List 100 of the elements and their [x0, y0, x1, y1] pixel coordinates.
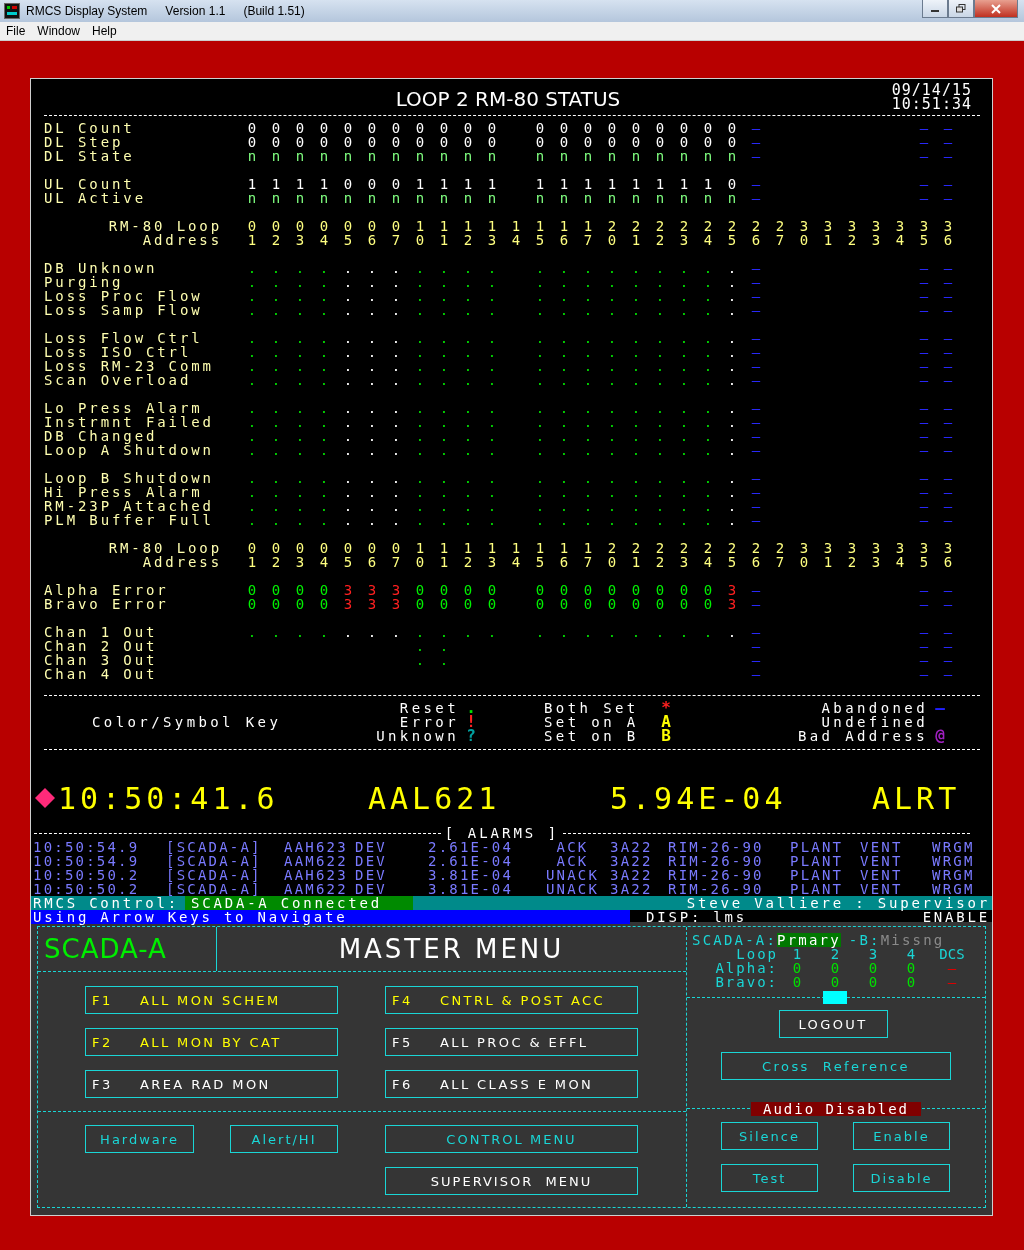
grid-cell-text: . — [606, 485, 618, 499]
address-digit: 4 — [510, 233, 522, 247]
audio-button[interactable]: Silence — [721, 1122, 818, 1150]
row-label: Loop A Shutdown — [44, 443, 215, 457]
address-digit: 0 — [414, 555, 426, 569]
menu-item[interactable]: File — [0, 24, 32, 38]
grid-cell-text: – — [918, 667, 930, 681]
grid-cell-text: – — [942, 583, 954, 597]
address-digit: 6 — [558, 555, 570, 569]
grid-cell-text: – — [942, 177, 954, 191]
grid-cell-text: n — [414, 191, 426, 205]
loop-digit: 1 — [558, 541, 570, 555]
grid-cell-text: . — [726, 499, 738, 513]
function-button[interactable]: F6 ALL CLASS E MON — [385, 1070, 638, 1098]
grid-cell-text: n — [606, 149, 618, 163]
grid-cell-text: n — [390, 149, 402, 163]
grid-cell-text: . — [342, 415, 354, 429]
grid-cell-text: . — [582, 345, 594, 359]
audio-button[interactable]: Enable — [853, 1122, 950, 1150]
loop-digit: 0 — [366, 219, 378, 233]
loop-number: 3 — [867, 947, 879, 961]
menu-button[interactable]: CONTROL MENU — [385, 1125, 638, 1153]
function-button[interactable]: F2 ALL MON BY CAT — [85, 1028, 338, 1056]
grid-cell-text: – — [942, 513, 954, 527]
row-label: Bravo Error — [44, 597, 170, 611]
audio-button[interactable]: Test — [721, 1164, 818, 1192]
grid-cell-text: . — [630, 485, 642, 499]
minimize-button[interactable] — [922, 0, 948, 18]
grid-cell-text: . — [486, 275, 498, 289]
function-button[interactable]: F3 AREA RAD MON — [85, 1070, 338, 1098]
grid-cell-text: 1 — [246, 177, 258, 191]
alarm-row[interactable]: 10:50:50.2 [SCADA-A] AAM622 DEV 3.81E-04 UNACK 3A22 RIM-26-90 PLANT VENT WRGM — [33, 882, 992, 896]
grid-cell-text: – — [750, 597, 762, 611]
loop-digit: 1 — [462, 541, 474, 555]
menu-title: MASTER MENU — [337, 933, 566, 966]
error-count: 0 — [791, 975, 803, 989]
grid-cell-text: 0 — [726, 177, 738, 191]
function-button[interactable]: F5 ALL PROC & EFFL — [385, 1028, 638, 1056]
menu-button[interactable]: SUPERVISOR MENU — [385, 1167, 638, 1195]
grid-cell-text: . — [654, 443, 666, 457]
grid-cell-text: . — [678, 485, 690, 499]
close-button[interactable] — [974, 0, 1018, 18]
grid-cell-text: 0 — [534, 583, 546, 597]
grid-cell-text: . — [558, 289, 570, 303]
grid-cell-text: 0 — [414, 597, 426, 611]
grid-cell-text: 0 — [606, 597, 618, 611]
function-button[interactable]: F1 ALL MON SCHEM — [85, 986, 338, 1014]
grid-cell-text: . — [246, 331, 258, 345]
address-digit: 2 — [654, 555, 666, 569]
grid-cell-text: n — [654, 149, 666, 163]
grid-cell-text: . — [438, 303, 450, 317]
grid-cell-text: . — [702, 471, 714, 485]
loop-digit: 1 — [510, 219, 522, 233]
error-count: 0 — [829, 975, 841, 989]
alarm-row[interactable]: 10:50:50.2 [SCADA-A] AAH623 DEV 3.81E-04 UNACK 3A22 RIM-26-90 PLANT VENT WRGM — [33, 868, 992, 882]
grid-cell-text: 3 — [342, 597, 354, 611]
grid-cell-text: . — [342, 345, 354, 359]
audio-button[interactable]: Disable — [853, 1164, 950, 1192]
alarm-row[interactable]: 10:50:54.9 [SCADA-A] AAM622 DEV 2.61E-04 ACK 3A22 RIM-26-90 PLANT VENT WRGM — [33, 854, 992, 868]
grid-cell-text: – — [750, 667, 762, 681]
grid-cell-text: n — [342, 191, 354, 205]
loop-digit: 1 — [462, 219, 474, 233]
grid-cell-text: . — [414, 345, 426, 359]
grid-cell-text: . — [246, 345, 258, 359]
grid-cell-text: . — [678, 275, 690, 289]
grid-cell-text: . — [246, 373, 258, 387]
side-button[interactable]: LOGOUT — [778, 1010, 888, 1038]
menu-item[interactable]: Window — [31, 24, 87, 38]
side-button[interactable]: Cross Reference — [721, 1052, 951, 1080]
grid-cell-text: – — [942, 597, 954, 611]
grid-cell-text: . — [414, 415, 426, 429]
grid-cell-text: 0 — [558, 121, 570, 135]
grid-cell-text: . — [462, 373, 474, 387]
grid-cell-text: 0 — [390, 121, 402, 135]
menu-item[interactable]: Help — [86, 24, 123, 38]
grid-cell-text: . — [342, 485, 354, 499]
address-digit: 6 — [366, 555, 378, 569]
menu-button[interactable]: Hardware — [85, 1125, 194, 1153]
grid-cell-text: – — [942, 485, 954, 499]
grid-cell-text: 0 — [534, 597, 546, 611]
grid-cell-text: 3 — [726, 583, 738, 597]
loop-digit: 0 — [270, 541, 282, 555]
grid-cell-text: – — [942, 303, 954, 317]
menu-button[interactable]: Alert/HI — [230, 1125, 338, 1153]
grid-cell-text: n — [318, 149, 330, 163]
grid-cell-text: . — [678, 261, 690, 275]
grid-cell-text: – — [942, 653, 954, 667]
grid-cell-text: 0 — [486, 121, 498, 135]
grid-cell-text: . — [270, 359, 282, 373]
grid-cell-text: 0 — [678, 121, 690, 135]
maximize-button[interactable] — [948, 0, 974, 18]
date-label: 09/14/15 — [891, 83, 972, 97]
row-label: Scan Overload — [44, 373, 193, 387]
column-label: Address — [141, 233, 223, 247]
grid-cell-text: . — [558, 415, 570, 429]
function-button[interactable]: F4 CNTRL & POST ACC — [385, 986, 638, 1014]
loop-digit: 0 — [270, 219, 282, 233]
grid-cell-text: . — [606, 261, 618, 275]
alarm-row[interactable]: 10:50:54.9 [SCADA-A] AAH623 DEV 2.61E-04 ACK 3A22 RIM-26-90 PLANT VENT WRGM — [33, 840, 992, 854]
grid-cell-text: . — [366, 289, 378, 303]
